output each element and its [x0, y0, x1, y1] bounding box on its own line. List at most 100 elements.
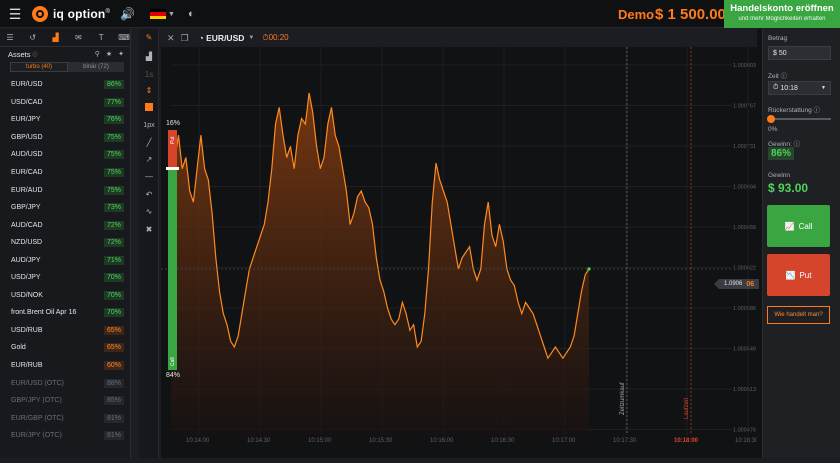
asset-selector[interactable]: ◔ EUR/USD	[199, 33, 245, 43]
logo: iq option®	[32, 0, 110, 28]
asset-row[interactable]: EUR/RUB 60%	[0, 357, 130, 375]
chevron-down-icon[interactable]: ▼	[248, 35, 254, 41]
flag-germany-icon[interactable]	[150, 9, 166, 19]
asset-name: EUR/JPY	[11, 116, 41, 124]
asset-row[interactable]: USD/CAD 77%	[0, 94, 130, 112]
asset-row[interactable]: GBP/USD 75%	[0, 129, 130, 147]
info-icon[interactable]: ⓘ	[781, 73, 788, 80]
logo-text: iq option®	[53, 7, 111, 21]
time-select[interactable]: ⏱ 10:18 ▼	[768, 81, 831, 95]
close-icon[interactable]: ✕	[167, 33, 175, 44]
tab-binary[interactable]: binär (72)	[68, 62, 124, 72]
horizontal-line-icon[interactable]: —	[139, 172, 159, 181]
star-icon[interactable]: ★	[106, 50, 112, 58]
text-icon[interactable]: T	[95, 33, 107, 42]
asset-name: AUD/CAD	[11, 221, 43, 229]
asset-name: EUR/USD (OTC)	[11, 379, 64, 387]
open-account-button[interactable]: Handelskonto eröffnen und mehr Möglichke…	[724, 0, 840, 28]
list-icon[interactable]: ☰	[4, 33, 16, 42]
asset-row[interactable]: EUR/USD 86%	[0, 76, 130, 94]
search-icon[interactable]: ⚲	[95, 50, 100, 58]
chevron-down-icon: ▼	[821, 85, 826, 91]
asset-row[interactable]: EUR/JPY (OTC) 81%	[0, 427, 130, 445]
y-tick-label: 1.000731	[733, 144, 756, 150]
price-chart-svg[interactable]: 1.000803 1.000767 1.000731 1.000694 1.000658…	[161, 47, 759, 458]
tab-turbo[interactable]: turbo (40)	[10, 62, 68, 72]
timeframe-label[interactable]: 1s	[139, 70, 159, 79]
chevron-down-icon[interactable]: ▼	[168, 0, 175, 28]
info-icon[interactable]: ⓘ	[814, 107, 821, 114]
x-tick-label: 10:18:00	[674, 438, 699, 444]
asset-row[interactable]: AUD/CAD 72%	[0, 216, 130, 234]
keyboard-icon[interactable]: ⌨	[118, 33, 130, 42]
refund-slider-handle[interactable]	[767, 115, 775, 123]
line-width[interactable]: 1px	[139, 122, 159, 129]
asset-payout: 65%	[103, 325, 124, 335]
asset-payout: 73%	[103, 203, 124, 213]
refund-value: 0%	[768, 126, 778, 133]
asset-row[interactable]: GBP/JPY 73%	[0, 199, 130, 217]
asset-row[interactable]: EUR/CAD 75%	[0, 164, 130, 182]
asset-row[interactable]: USD/JPY 70%	[0, 269, 130, 287]
chart-icon[interactable]: ▟	[50, 33, 62, 42]
undo-icon[interactable]: ↶	[139, 190, 159, 199]
asset-row[interactable]: USD/NOK 70%	[0, 287, 130, 305]
history-icon[interactable]: ↺	[27, 33, 39, 42]
asset-payout: 70%	[103, 273, 124, 283]
line-tool-icon[interactable]: ╱	[139, 138, 159, 147]
chat-icon[interactable]: ✉	[72, 33, 84, 42]
asset-payout: 85%	[103, 396, 124, 406]
ray-tool-icon[interactable]: ↗	[139, 155, 159, 164]
asset-row[interactable]: front.Brent Oil Apr 16 70%	[0, 304, 130, 322]
asset-name: GBP/USD	[11, 133, 43, 141]
area-chart-icon[interactable]: ▟	[139, 52, 159, 61]
copy-icon[interactable]: ❐	[181, 33, 189, 44]
asset-name: EUR/USD	[11, 81, 43, 89]
brightness-icon[interactable]: ◐	[188, 0, 195, 28]
refund-slider-track[interactable]	[769, 118, 831, 120]
speaker-icon[interactable]: 🔊	[120, 0, 136, 28]
how-to-trade-link[interactable]: Wie handelt man?	[767, 306, 830, 324]
asset-row[interactable]: AUD/USD 75%	[0, 146, 130, 164]
asset-row[interactable]: EUR/GBP (OTC) 81%	[0, 409, 130, 427]
y-tick-label: 1.000622	[733, 266, 756, 272]
asset-name: front.Brent Oil Apr 16	[11, 309, 77, 317]
menu-icon[interactable]: ☰	[6, 0, 24, 28]
x-tick-label: 10:17:00	[552, 438, 576, 444]
x-tick-label: 10:18:30	[735, 438, 757, 444]
chart-tools: ✎ ▟ 1s ⇕ 1px ╱ ↗ — ↶ ∿ ✖	[139, 29, 159, 458]
amount-input[interactable]: $ 50	[768, 46, 831, 60]
asset-row[interactable]: GBP/JPY (OTC) 85%	[0, 392, 130, 410]
trader-sentiment-bar: Put Call	[166, 130, 179, 370]
put-button[interactable]: 📉 Put	[767, 254, 830, 296]
asset-row[interactable]: NZD/USD 72%	[0, 234, 130, 252]
payout-label: Gewinn	[768, 172, 791, 179]
expiry-timer: ⏱00:20	[262, 33, 289, 42]
y-tick-label: 1.000767	[733, 104, 756, 110]
asset-payout: 72%	[103, 220, 124, 230]
color-swatch[interactable]	[139, 103, 159, 113]
asset-row[interactable]: EUR/AUD 75%	[0, 181, 130, 199]
assets-header: Assets ⓘ ⚲ ★ ✦	[0, 47, 130, 61]
asset-row[interactable]: EUR/JPY 76%	[0, 111, 130, 129]
info-icon[interactable]: ⓘ	[33, 51, 38, 58]
info-icon[interactable]: ⓘ	[794, 141, 801, 148]
updown-icon[interactable]: ⇕	[139, 86, 159, 95]
price-chart[interactable]: 1.000803 1.000767 1.000731 1.000694 1.000658…	[161, 47, 759, 458]
asset-row[interactable]: Gold 65%	[0, 339, 130, 357]
asset-row[interactable]: USD/RUB 65%	[0, 322, 130, 340]
asset-payout: 81%	[103, 431, 124, 441]
x-tick-label: 10:14:00	[186, 438, 210, 444]
pin-icon[interactable]: ✦	[118, 50, 124, 58]
price-area	[171, 92, 589, 436]
delete-icon[interactable]: ✖	[139, 225, 159, 234]
pencil-icon[interactable]: ✎	[139, 33, 159, 42]
indicator-icon[interactable]: ∿	[139, 207, 159, 216]
asset-payout: 65%	[103, 343, 124, 353]
asset-payout: 75%	[103, 168, 124, 177]
balance[interactable]: $ 1 500.00	[655, 0, 726, 28]
call-button[interactable]: 📈 Call	[767, 205, 830, 247]
asset-row[interactable]: EUR/USD (OTC) 88%	[0, 374, 130, 392]
asset-row[interactable]: AUD/JPY 71%	[0, 251, 130, 269]
refund-label: Rückerstattung ⓘ	[768, 107, 821, 114]
